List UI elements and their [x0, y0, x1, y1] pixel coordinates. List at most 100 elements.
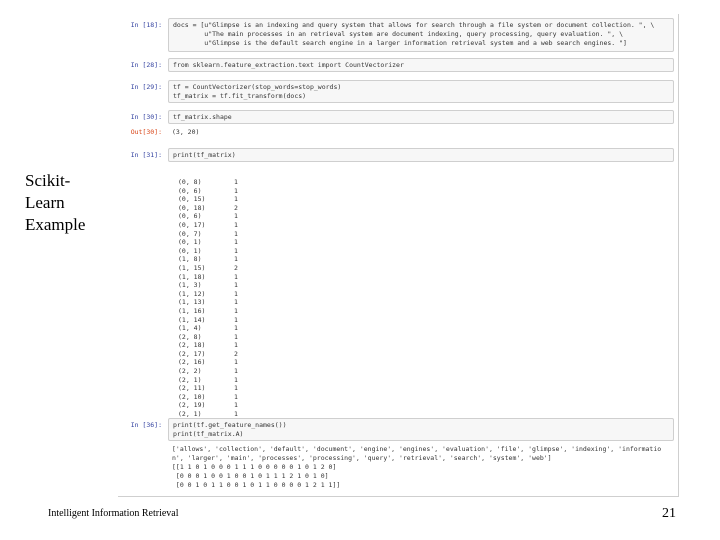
sparse-row: (0, 8) 1 — [178, 178, 238, 187]
sparse-coord: (2, 10) — [178, 392, 206, 401]
sparse-value: 1 — [234, 289, 238, 298]
sparse-row: (1, 18) 1 — [178, 273, 238, 282]
sparse-row: (0, 7) 1 — [178, 230, 238, 239]
sparse-row: (0, 18) 2 — [178, 204, 238, 213]
sparse-matrix-output: (0, 8) 1 (0, 6) 1 (0, 15) 1 (0, 18) 2 (0, 6)… — [178, 178, 238, 419]
cell-output: (3, 20) — [172, 128, 200, 136]
cell-output: ['allows', 'collection', 'default', 'doc… — [172, 445, 661, 490]
code-input[interactable]: print(tf_matrix) — [168, 148, 674, 162]
sparse-value: 1 — [234, 375, 238, 384]
sparse-value: 1 — [234, 384, 238, 393]
output-line: [[1 1 0 1 0 0 0 1 1 1 0 0 0 0 0 1 0 1 2 … — [172, 463, 337, 471]
output-line: [0 0 0 1 0 0 1 0 0 1 0 1 1 1 2 1 0 1 0] — [172, 472, 329, 480]
sparse-value: 1 — [234, 186, 238, 195]
output-line: ['allows', 'collection', 'default', 'doc… — [172, 445, 662, 453]
sparse-row: (2, 1) 1 — [178, 376, 238, 385]
sparse-coord: (0, 18) — [178, 203, 206, 212]
sparse-coord: (1, 12) — [178, 289, 206, 298]
sparse-row: (1, 12) 1 — [178, 290, 238, 299]
sparse-row: (2, 19) 1 — [178, 401, 238, 410]
sparse-coord: (1, 16) — [178, 306, 206, 315]
sparse-coord: (1, 15) — [178, 263, 206, 272]
input-prompt: In [28]: — [130, 61, 162, 69]
sparse-value: 1 — [234, 255, 238, 264]
sparse-value: 1 — [234, 341, 238, 350]
sparse-value: 1 — [234, 229, 238, 238]
input-prompt: In [29]: — [130, 83, 162, 91]
input-prompt: In [30]: — [130, 113, 162, 121]
sparse-value: 1 — [234, 298, 238, 307]
sparse-row: (1, 3) 1 — [178, 281, 238, 290]
sparse-coord: (0, 1) — [178, 246, 202, 255]
sparse-row: (1, 8) 1 — [178, 255, 238, 264]
sparse-coord: (2, 1) — [178, 375, 202, 384]
sparse-row: (0, 17) 1 — [178, 221, 238, 230]
sparse-row: (1, 15) 2 — [178, 264, 238, 273]
sparse-value: 1 — [234, 178, 238, 186]
output-prompt: Out[30]: — [130, 128, 162, 136]
sparse-row: (2, 16) 1 — [178, 358, 238, 367]
sparse-row: (0, 6) 1 — [178, 187, 238, 196]
sparse-row: (2, 8) 1 — [178, 333, 238, 342]
code-line: from sklearn.feature_extraction.text imp… — [173, 61, 404, 69]
sparse-row: (2, 18) 1 — [178, 341, 238, 350]
sparse-coord: (1, 13) — [178, 298, 206, 307]
sparse-coord: (1, 14) — [178, 315, 206, 324]
sparse-value: 1 — [234, 238, 238, 247]
sparse-coord: (0, 1) — [178, 238, 202, 247]
code-input[interactable]: docs = [u"Glimpse is an indexing and que… — [168, 18, 674, 52]
sparse-value: 1 — [234, 246, 238, 255]
notebook-screenshot: In [18]: docs = [u"Glimpse is an indexin… — [118, 14, 679, 497]
code-input[interactable]: tf_matrix.shape — [168, 110, 674, 124]
sparse-value: 1 — [234, 324, 238, 333]
code-line: print(tf_matrix.A) — [173, 430, 244, 438]
code-line: print(tf_matrix) — [173, 151, 236, 159]
sparse-row: (2, 2) 1 — [178, 367, 238, 376]
sparse-row: (2, 17) 2 — [178, 350, 238, 359]
output-line: [0 0 1 0 1 1 0 0 1 0 1 1 0 0 0 0 1 2 1 1… — [172, 481, 341, 489]
sparse-coord: (2, 16) — [178, 358, 206, 367]
sparse-value: 1 — [234, 272, 238, 281]
sparse-coord: (1, 18) — [178, 272, 206, 281]
sparse-row: (1, 14) 1 — [178, 316, 238, 325]
input-prompt: In [18]: — [130, 21, 162, 29]
sparse-coord: (0, 6) — [178, 212, 202, 221]
code-line: u"Glimpse is the default search engine i… — [173, 39, 627, 47]
code-input[interactable]: from sklearn.feature_extraction.text imp… — [168, 58, 674, 72]
sparse-coord: (0, 6) — [178, 186, 202, 195]
sparse-coord: (0, 17) — [178, 220, 206, 229]
sparse-value: 1 — [234, 281, 238, 290]
sparse-value: 1 — [234, 315, 238, 324]
output-line: n', 'larger', 'main', 'processes', 'proc… — [172, 454, 552, 462]
sparse-value: 1 — [234, 392, 238, 401]
sparse-coord: (1, 3) — [178, 281, 202, 290]
sparse-coord: (2, 8) — [178, 332, 202, 341]
code-line: u"The main processes in an retrieval sys… — [173, 30, 624, 38]
sparse-row: (0, 15) 1 — [178, 195, 238, 204]
sparse-row: (0, 6) 1 — [178, 212, 238, 221]
sparse-coord: (0, 8) — [178, 178, 202, 186]
sparse-coord: (0, 7) — [178, 229, 202, 238]
sparse-row: (0, 1) 1 — [178, 238, 238, 247]
sparse-coord: (2, 11) — [178, 384, 206, 393]
code-line: tf_matrix.shape — [173, 113, 232, 121]
sparse-coord: (2, 2) — [178, 367, 202, 376]
sparse-row: (2, 10) 1 — [178, 393, 238, 402]
sparse-value: 2 — [234, 349, 238, 358]
sparse-row: (1, 13) 1 — [178, 298, 238, 307]
input-prompt: In [31]: — [130, 151, 162, 159]
code-input[interactable]: tf = CountVectorizer(stop_words=stop_wor… — [168, 80, 674, 103]
sparse-row: (2, 11) 1 — [178, 384, 238, 393]
sparse-coord: (2, 17) — [178, 349, 206, 358]
sparse-value: 2 — [234, 263, 238, 272]
sparse-value: 1 — [234, 195, 238, 204]
sparse-row: (1, 4) 1 — [178, 324, 238, 333]
code-input[interactable]: print(tf.get_feature_names()) print(tf_m… — [168, 418, 674, 441]
footer-text: Intelligent Information Retrieval — [48, 508, 179, 519]
sparse-coord: (2, 18) — [178, 341, 206, 350]
sparse-coord: (0, 15) — [178, 195, 206, 204]
input-prompt: In [36]: — [130, 421, 162, 429]
sparse-coord: (1, 4) — [178, 324, 202, 333]
sparse-row: (0, 1) 1 — [178, 247, 238, 256]
sparse-value: 1 — [234, 358, 238, 367]
